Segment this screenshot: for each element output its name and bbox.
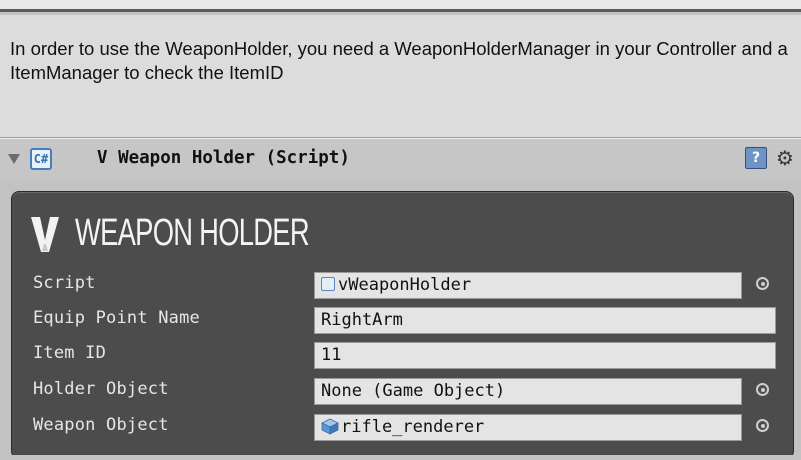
weapon-object-field[interactable]: rifle_renderer [314,414,742,441]
property-row-holder-object: Holder Object None (Game Object) [12,376,793,408]
top-separator [0,0,801,12]
property-row-item-id: Item ID 11 [12,340,793,372]
property-label: Script [33,273,96,293]
script-field[interactable]: vWeaponHolder [314,272,742,299]
help-icon[interactable]: ? [745,147,767,169]
holder-object-field[interactable]: None (Game Object) [314,378,742,405]
field-value: vWeaponHolder [338,275,472,295]
v-logo-icon [31,217,59,252]
field-value: rifle_renderer [341,417,485,437]
object-picker-icon[interactable] [756,419,769,432]
property-row-script: Script vWeaponHolder [12,270,793,302]
component-header[interactable]: C# V Weapon Holder (Script) ? ⚙ [0,138,801,180]
panel-title: WEAPON HOLDER [75,212,310,254]
weapon-holder-panel: WEAPON HOLDER Script vWeaponHolder Equip… [11,191,794,459]
property-row-equip-point-name: Equip Point Name RightArm [12,305,793,337]
equip-point-name-input[interactable]: RightArm [314,307,776,334]
help-box-text: In order to use the WeaponHolder, you ne… [10,38,788,83]
bottom-edge [0,455,801,460]
property-label: Weapon Object [33,415,169,435]
script-icon [321,277,335,291]
component-title: V Weapon Holder (Script) [97,148,350,168]
property-label: Holder Object [33,379,169,399]
object-picker-icon[interactable] [756,277,769,290]
cube-icon [321,418,339,435]
csharp-script-icon: C# [30,148,52,170]
help-box: In order to use the WeaponHolder, you ne… [0,15,801,138]
property-label: Item ID [33,343,107,363]
field-value: 11 [321,345,342,365]
object-picker-icon[interactable] [756,383,769,396]
field-value: None (Game Object) [321,381,506,401]
gear-icon[interactable]: ⚙ [776,145,801,171]
foldout-arrow-icon[interactable] [8,154,20,164]
property-label: Equip Point Name [33,308,200,328]
item-id-input[interactable]: 11 [314,342,776,369]
field-value: RightArm [321,310,403,330]
property-row-weapon-object: Weapon Object rifle_renderer [12,412,793,444]
